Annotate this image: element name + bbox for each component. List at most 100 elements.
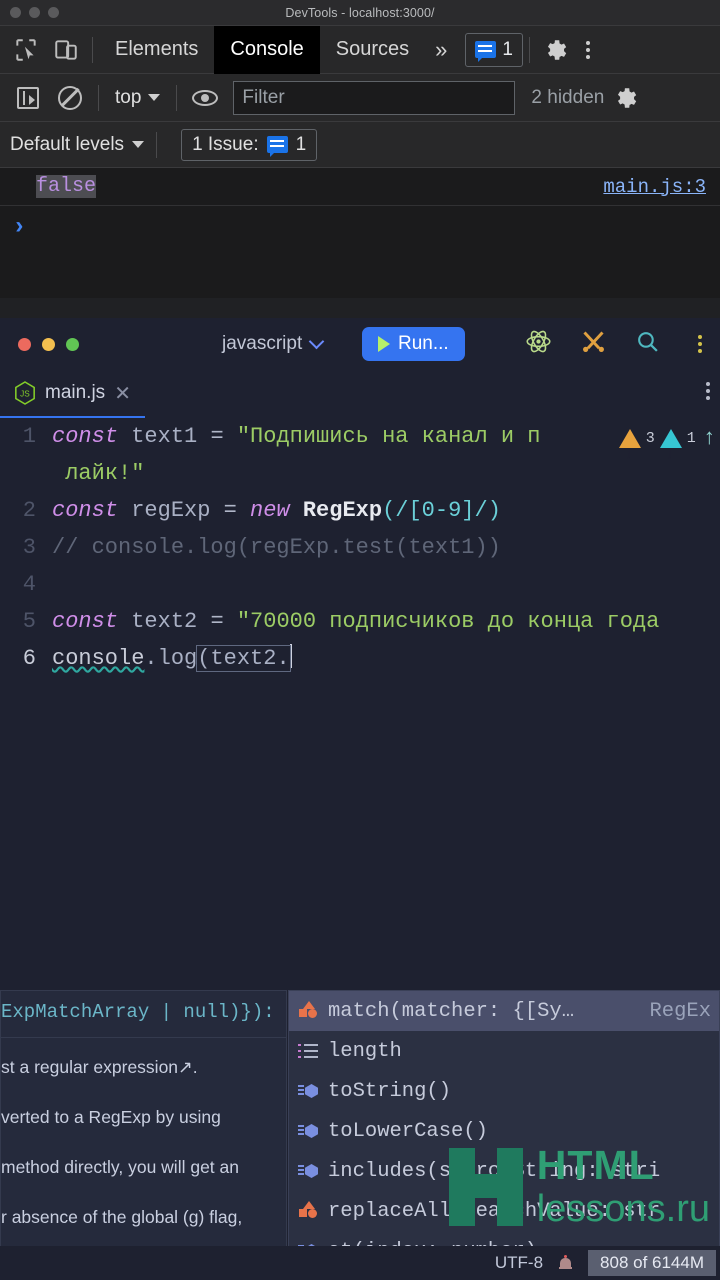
search-icon[interactable] xyxy=(635,329,660,359)
log-levels-select[interactable]: Default levels xyxy=(10,133,145,156)
settings-gear-icon[interactable] xyxy=(536,30,576,70)
message-icon xyxy=(475,41,497,62)
device-toolbar-icon[interactable] xyxy=(46,30,86,70)
editor-tabbar: JS main.js ✕ xyxy=(0,370,720,418)
console-result-value: false xyxy=(36,175,97,198)
console-settings-gear-icon[interactable] xyxy=(606,78,646,118)
execution-context-select[interactable]: top xyxy=(107,87,168,109)
ide-traffic-lights[interactable] xyxy=(18,337,79,351)
ide-more-menu-icon[interactable] xyxy=(688,335,712,353)
filterbar-divider-2 xyxy=(176,84,178,111)
live-expression-eye-icon[interactable] xyxy=(185,78,225,118)
method-log: .log xyxy=(144,646,198,671)
doc-body: st a regular expression↗. verted to a Re… xyxy=(1,1038,286,1280)
console-prompt-row[interactable]: › xyxy=(0,206,720,298)
execution-context-label: top xyxy=(115,86,142,108)
console-message-row[interactable]: false main.js:3 xyxy=(0,168,720,206)
warning-count: 3 xyxy=(645,430,655,447)
doc-paragraph-1: st a regular expression↗. xyxy=(1,1057,198,1077)
close-tab-icon[interactable]: ✕ xyxy=(114,381,131,406)
notification-bell-icon[interactable] xyxy=(559,1255,573,1271)
filterbar-divider xyxy=(98,84,99,111)
ide-minimize-button[interactable] xyxy=(42,337,55,351)
documentation-panel[interactable]: ExpMatchArray | null)}): st a regular ex… xyxy=(0,990,287,1280)
autocomplete-label: match(matcher: {[Sy… xyxy=(328,999,575,1023)
build-tools-icon[interactable] xyxy=(580,328,607,360)
keyword-const-2: const xyxy=(52,498,119,523)
autocomplete-item[interactable]: match(matcher: {[Sy… RegEx xyxy=(289,991,719,1031)
autocomplete-popup[interactable]: match(matcher: {[Sy… RegEx length toStrin… xyxy=(288,990,720,1280)
maximize-window-button[interactable] xyxy=(48,7,59,18)
ide-close-button[interactable] xyxy=(18,337,31,351)
ide-maximize-button[interactable] xyxy=(66,337,79,351)
warning-icon[interactable]: ! xyxy=(618,429,641,462)
info-icon[interactable]: ! xyxy=(659,429,682,462)
minimize-window-button[interactable] xyxy=(29,7,40,18)
doc-signature: ExpMatchArray | null)}): xyxy=(1,991,286,1037)
code-line-1-content: const text1 = "Подпишись на канал и п xyxy=(52,418,541,455)
language-select[interactable]: javascript xyxy=(222,333,325,355)
editor-tab-options-icon[interactable] xyxy=(706,382,710,400)
ide-toolbar: javascript Run... xyxy=(0,318,720,370)
method-icon xyxy=(298,1201,318,1221)
file-tab-main-js[interactable]: JS main.js ✕ xyxy=(0,370,145,418)
message-icon-2 xyxy=(266,136,288,157)
editor-warning-strip[interactable]: ! 3 ! 1 ↑ xyxy=(618,420,716,462)
svg-text:JS: JS xyxy=(20,390,30,399)
next-problem-icon[interactable]: ↑ xyxy=(703,420,716,457)
keyword-const-3: const xyxy=(52,609,119,634)
autocomplete-label: length xyxy=(328,1039,402,1063)
clear-console-icon[interactable] xyxy=(50,78,90,118)
line-number-6: 6 xyxy=(22,646,36,671)
issue-summary-chip[interactable]: 1 Issue: 1 xyxy=(181,128,318,161)
issue-summary-count: 1 xyxy=(295,133,307,155)
call-arguments: (text2. xyxy=(196,645,291,672)
chevron-down-icon xyxy=(148,94,161,101)
close-window-button[interactable] xyxy=(10,7,21,18)
console-sidebar-toggle-icon[interactable] xyxy=(8,78,48,118)
autocomplete-item[interactable]: length xyxy=(289,1031,719,1071)
doc-signature-type: ExpMatchArray | null)}): xyxy=(1,1001,275,1023)
autocomplete-return-type: RegEx xyxy=(649,999,711,1023)
chevron-down-icon-3 xyxy=(308,333,325,350)
text-caret xyxy=(289,644,292,668)
ide-panel: javascript Run... JS main.js ✕ 1 const t… xyxy=(0,318,720,1280)
code-line-3: 3 // console.log(regExp.test(text1)) xyxy=(0,529,720,566)
log-levels-label: Default levels xyxy=(10,133,125,155)
inspect-element-icon[interactable] xyxy=(6,30,46,70)
issues-badge[interactable]: 1 xyxy=(465,32,523,67)
devtools-tabbar: Elements Console Sources » 1 xyxy=(0,25,720,74)
window-traffic-lights[interactable] xyxy=(10,7,59,18)
window-title: DevTools - localhost:3000/ xyxy=(285,5,435,20)
autocomplete-item[interactable]: toString() xyxy=(289,1071,719,1111)
ide-statusbar: UTF-8 808 of 6144M xyxy=(0,1246,720,1280)
devtools-more-menu-icon[interactable] xyxy=(576,40,600,59)
chevron-down-icon-2 xyxy=(132,141,145,148)
info-count: 1 xyxy=(686,430,696,447)
regex-literal: (/[0-9]/) xyxy=(382,498,501,523)
autocomplete-item[interactable]: toLowerCase() xyxy=(289,1111,719,1151)
language-label: javascript xyxy=(222,333,303,354)
prompt-caret-icon: › xyxy=(12,214,27,241)
line-number-4: 4 xyxy=(22,572,36,597)
object-console: console xyxy=(52,646,145,671)
line-number-5: 5 xyxy=(22,609,36,634)
filter-input[interactable] xyxy=(233,80,516,115)
run-button[interactable]: Run... xyxy=(362,327,465,361)
code-editor[interactable]: 1 const text1 = "Подпишись на канал и п … xyxy=(0,418,720,698)
code-comment-line: // console.log(regExp.test(text1)) xyxy=(52,535,501,560)
console-source-link[interactable]: main.js:3 xyxy=(603,176,706,198)
tab-console[interactable]: Console xyxy=(214,25,320,74)
autocomplete-item[interactable]: includes(searchString: stri xyxy=(289,1151,719,1191)
tab-elements[interactable]: Elements xyxy=(99,26,214,74)
atom-icon[interactable] xyxy=(525,328,552,360)
tab-sources[interactable]: Sources xyxy=(320,26,425,74)
autocomplete-label: replaceAll(searchValue: str xyxy=(328,1199,661,1223)
code-line-5: 5 const text2 = "70000 подписчиков до ко… xyxy=(0,603,720,640)
line-number-2: 2 xyxy=(22,498,36,523)
encoding-label[interactable]: UTF-8 xyxy=(495,1253,543,1273)
memory-indicator[interactable]: 808 of 6144M xyxy=(588,1250,716,1276)
autocomplete-item[interactable]: replaceAll(searchValue: str xyxy=(289,1191,719,1231)
autocomplete-label: toString() xyxy=(328,1079,452,1103)
more-tabs-icon[interactable]: » xyxy=(425,26,457,74)
